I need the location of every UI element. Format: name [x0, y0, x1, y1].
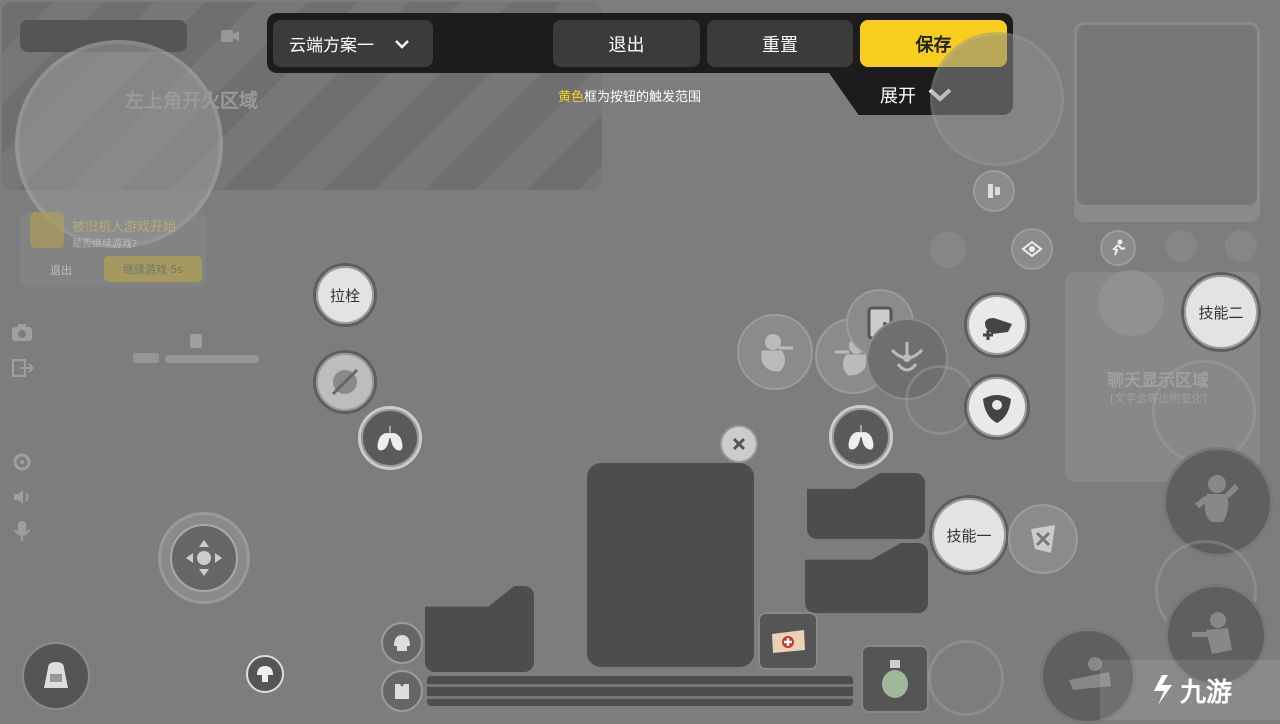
- notice-badge-icon: [30, 212, 64, 248]
- notice-continue-button[interactable]: 继续游戏 5s: [104, 256, 202, 282]
- scope-toggle-button[interactable]: [313, 350, 377, 414]
- heal-button[interactable]: [964, 292, 1030, 358]
- eye-view-button[interactable]: [1011, 228, 1053, 270]
- close-overlay-button[interactable]: [720, 425, 758, 463]
- watermark-logo-icon: [1148, 673, 1176, 707]
- weapon-slot-left[interactable]: [425, 586, 534, 672]
- expand-label: 展开: [880, 86, 916, 107]
- weapon-slot-right-top[interactable]: [807, 473, 925, 539]
- helmet-toggle-button[interactable]: [246, 655, 284, 693]
- camera-icon: [11, 322, 33, 342]
- bolt-button[interactable]: 拉栓: [313, 263, 377, 327]
- sprint-button[interactable]: [1100, 230, 1136, 266]
- close-icon: [732, 437, 746, 451]
- watermark: 九游: [1100, 660, 1280, 720]
- reset-button[interactable]: 重置: [707, 20, 853, 67]
- chevron-down-icon: [394, 39, 410, 49]
- prone-toggle-button[interactable]: [973, 170, 1015, 212]
- medkit-button[interactable]: [758, 612, 818, 670]
- ammo-bar-track-bottom: [427, 696, 853, 699]
- vehicle-fuel-bar: [165, 355, 259, 363]
- minimap-inner: [1077, 25, 1257, 205]
- melee-ghost: [1098, 270, 1164, 336]
- weapon-slot-main[interactable]: [587, 463, 754, 667]
- shield-skill-button[interactable]: [964, 374, 1030, 440]
- hint-highlight: 黄色: [558, 90, 585, 105]
- notice-exit-button[interactable]: 退出: [50, 262, 72, 278]
- hold-breath-button-right[interactable]: [829, 405, 893, 469]
- grenade-button[interactable]: [861, 645, 929, 713]
- exit-button[interactable]: 退出: [553, 20, 700, 67]
- microphone-icon: [14, 520, 30, 542]
- peek-left-button[interactable]: [737, 314, 813, 390]
- emote-ghost-icon: [1225, 230, 1257, 262]
- fuel-icon: [190, 334, 202, 348]
- hint-rest: 框为按钮的触发范围: [584, 90, 702, 105]
- gear-icon: [12, 452, 32, 472]
- notice-subtitle: 是否继续游戏?: [72, 239, 138, 250]
- speaker-icon: [12, 487, 32, 507]
- skill-two-button[interactable]: 技能二: [1181, 272, 1261, 352]
- ammo-bar-track-top: [427, 684, 853, 687]
- notice-title: 被旧机人游戏开始: [72, 220, 177, 235]
- scheme-dropdown[interactable]: 云端方案一: [273, 20, 433, 67]
- skill-one-button[interactable]: 技能一: [929, 495, 1009, 575]
- settings-ghost-icon: [1165, 230, 1197, 262]
- watermark-text: 九游: [1179, 677, 1232, 708]
- fire-zone-label: 左上角开火区域: [125, 90, 259, 112]
- hold-breath-button[interactable]: [358, 406, 422, 470]
- helmet-slot-button[interactable]: [381, 622, 423, 664]
- map-marker-icon: [930, 232, 966, 268]
- joystick-center-ghost: [80, 112, 122, 154]
- vehicle-icon: [133, 353, 159, 363]
- scheme-name: 云端方案一: [289, 36, 374, 56]
- lean-ghost: [928, 640, 1004, 716]
- exit-icon: [12, 358, 34, 378]
- vest-slot-button[interactable]: [381, 670, 423, 712]
- ultimate-skill-button[interactable]: [1008, 504, 1078, 574]
- video-icon: [220, 26, 240, 46]
- ammo-bar: [427, 676, 853, 706]
- dpad-joystick[interactable]: [158, 512, 250, 604]
- scope-button-ghost: [930, 32, 1064, 166]
- weapon-slot-right-bottom[interactable]: [805, 543, 928, 613]
- hint-text: 黄色框为按钮的触发范围: [558, 86, 701, 105]
- dpad-center: [170, 524, 238, 592]
- backpack-button[interactable]: [22, 642, 90, 710]
